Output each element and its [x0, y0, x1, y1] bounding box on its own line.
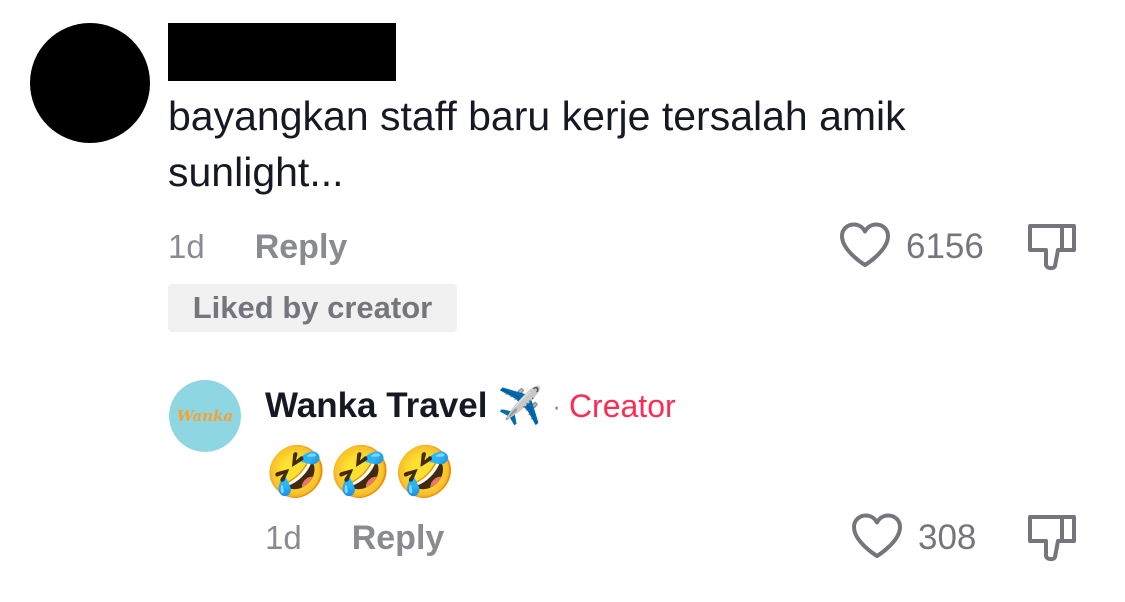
reply-like-button[interactable]: 308	[850, 513, 976, 563]
comment-text: bayangkan staff baru kerje tersalah amik…	[168, 93, 906, 195]
airplane-emoji: ✈️	[497, 385, 543, 426]
reply-meta: 1d Reply	[265, 516, 444, 560]
reply-timestamp: 1d	[265, 519, 302, 556]
separator-dot: ·	[552, 390, 561, 421]
avatar[interactable]	[30, 23, 150, 143]
heart-icon[interactable]	[838, 221, 892, 274]
reply-header: Wanka Travel ✈️ · Creator	[265, 378, 676, 434]
reply-reply-button[interactable]: Reply	[352, 519, 445, 558]
reply-button[interactable]: Reply	[255, 228, 348, 267]
like-count: 6156	[906, 227, 984, 266]
heart-icon[interactable]	[850, 512, 904, 565]
reply-like-count: 308	[918, 518, 977, 557]
like-button[interactable]: 6156	[838, 222, 984, 272]
thumbs-down-icon[interactable]	[1026, 220, 1080, 277]
reply-text: 🤣🤣🤣	[265, 444, 458, 500]
redacted-username	[168, 23, 396, 81]
avatar-logo: Wanka	[176, 406, 234, 425]
comment-meta: 1d Reply	[168, 225, 347, 269]
comment-timestamp: 1d	[168, 228, 205, 265]
thumbs-down-icon[interactable]	[1026, 511, 1080, 568]
liked-by-creator-badge: Liked by creator	[168, 284, 457, 332]
creator-label: Creator	[568, 387, 676, 424]
reply-author-name[interactable]: Wanka Travel	[265, 386, 487, 426]
creator-avatar[interactable]: Wanka	[169, 380, 241, 452]
